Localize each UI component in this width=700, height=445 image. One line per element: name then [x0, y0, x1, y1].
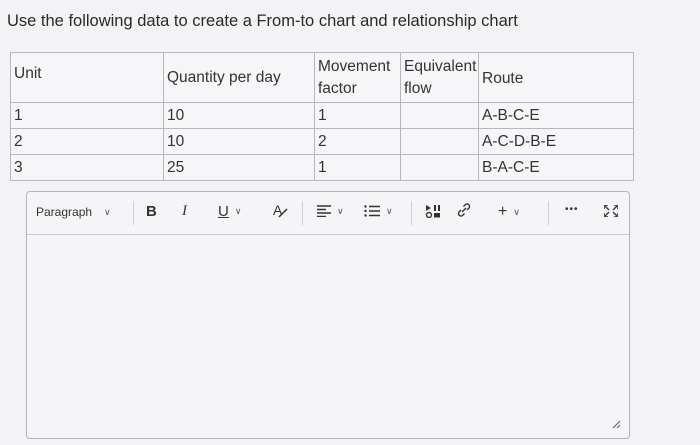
cell-unit: 3 — [10, 154, 164, 181]
header-movement-factor: Movement factor — [314, 52, 401, 103]
paragraph-style-label: Paragraph — [36, 205, 93, 219]
align-dropdown[interactable]: ∨ — [317, 205, 344, 217]
header-equivalent-line1: Equivalent — [404, 57, 477, 75]
fullscreen-button[interactable] — [604, 205, 618, 217]
expand-icon — [604, 205, 618, 217]
header-quantity: Quantity per day — [163, 52, 315, 103]
cell-route: B-A-C-E — [478, 154, 634, 181]
underline-button[interactable]: U ∨ — [218, 203, 241, 220]
insert-media-button[interactable] — [425, 204, 441, 218]
header-route: Route — [478, 52, 634, 103]
table-row: 1 10 1 A-B-C-E — [10, 102, 634, 129]
media-icon — [425, 205, 440, 218]
data-table: Unit Quantity per day Movement factor Eq… — [10, 52, 634, 181]
cell-unit: 2 — [10, 128, 164, 155]
cell-unit: 1 — [10, 102, 164, 129]
cell-route: A-B-C-E — [478, 102, 634, 129]
chevron-down-icon: ∨ — [104, 206, 111, 217]
align-left-icon — [317, 205, 331, 217]
chevron-down-icon: ∨ — [337, 205, 344, 216]
toolbar-divider — [302, 201, 303, 225]
cell-equivalent — [400, 128, 479, 155]
table-row: 3 25 1 B-A-C-E — [10, 154, 634, 181]
editor-toolbar: Paragraph ∨ B I U ∨ A ∨ ∨ + ∨ ••• — [27, 192, 629, 235]
table-row: 2 10 2 A-C-D-B-E — [10, 128, 634, 155]
cell-quantity: 25 — [163, 154, 315, 181]
editor-content-area[interactable] — [27, 236, 629, 438]
question-text: Use the following data to create a From-… — [7, 12, 518, 30]
paragraph-style-dropdown[interactable]: Paragraph ∨ — [36, 205, 111, 219]
chevron-down-icon: ∨ — [386, 205, 393, 216]
header-equivalent-line2: flow — [404, 79, 432, 97]
cell-quantity: 10 — [163, 102, 315, 129]
resize-grip-icon — [612, 420, 621, 429]
cell-movement: 2 — [314, 128, 401, 155]
cell-movement: 1 — [314, 154, 401, 181]
header-unit: Unit — [10, 52, 164, 103]
header-equivalent-flow: Equivalent flow — [400, 52, 479, 103]
cell-equivalent — [400, 154, 479, 181]
italic-button[interactable]: I — [182, 203, 187, 220]
rich-text-editor: Paragraph ∨ B I U ∨ A ∨ ∨ + ∨ ••• — [26, 191, 630, 439]
font-color-button[interactable]: A — [273, 202, 288, 218]
cell-movement: 1 — [314, 102, 401, 129]
link-icon — [457, 203, 471, 217]
bullet-list-icon — [364, 205, 380, 217]
cell-quantity: 10 — [163, 128, 315, 155]
header-movement-line1: Movement — [318, 57, 391, 75]
bold-button[interactable]: B — [146, 203, 157, 220]
font-color-icon: A — [273, 202, 283, 218]
resize-handle-icon[interactable] — [612, 420, 621, 432]
table-header-row: Unit Quantity per day Movement factor Eq… — [10, 52, 634, 103]
toolbar-divider — [548, 201, 549, 225]
insert-link-button[interactable] — [456, 203, 472, 217]
header-movement-line2: factor — [318, 79, 357, 97]
plus-icon: + — [498, 203, 508, 220]
underline-label: U — [218, 203, 229, 220]
toolbar-divider — [133, 201, 134, 225]
cell-equivalent — [400, 102, 479, 129]
insert-dropdown[interactable]: + ∨ — [498, 203, 520, 221]
cell-route: A-C-D-B-E — [478, 128, 634, 155]
more-options-button[interactable]: ••• — [565, 204, 579, 215]
toolbar-divider — [411, 201, 412, 225]
chevron-down-icon: ∨ — [234, 206, 242, 216]
chevron-down-icon: ∨ — [513, 206, 520, 217]
list-dropdown[interactable]: ∨ — [364, 205, 393, 217]
